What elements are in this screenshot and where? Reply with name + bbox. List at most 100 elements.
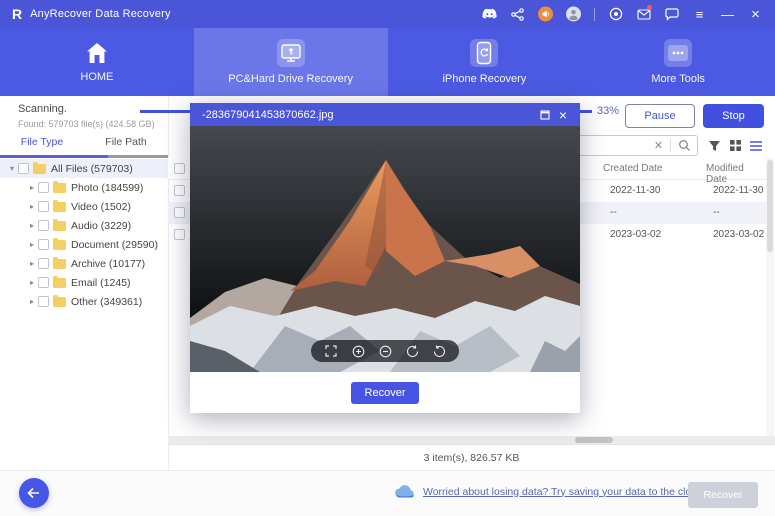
bottom-bar: Worried about losing data? Try saving yo… bbox=[0, 470, 775, 516]
checkbox[interactable] bbox=[38, 220, 49, 231]
checkbox[interactable] bbox=[38, 277, 49, 288]
row-checkbox[interactable] bbox=[174, 229, 185, 240]
tree-item-archive[interactable]: ▸ Archive (10177) bbox=[0, 254, 168, 273]
tree-item-video[interactable]: ▸ Video (1502) bbox=[0, 197, 168, 216]
tab-file-type[interactable]: File Type bbox=[0, 136, 84, 155]
mail-badge bbox=[647, 5, 652, 10]
chevron-right-icon[interactable]: ▸ bbox=[26, 183, 38, 192]
more-tools-icon bbox=[664, 39, 692, 67]
checkbox[interactable] bbox=[18, 163, 29, 174]
chevron-right-icon[interactable]: ▸ bbox=[26, 202, 38, 211]
sidebar-scrollbar[interactable] bbox=[108, 155, 168, 158]
chevron-right-icon[interactable]: ▸ bbox=[26, 240, 38, 249]
home-icon bbox=[84, 41, 110, 65]
preview-modal-header: -283679041453870662.jpg × bbox=[190, 103, 580, 126]
stop-button[interactable]: Stop bbox=[703, 104, 764, 128]
fullscreen-icon[interactable] bbox=[324, 344, 338, 358]
file-type-tree: ▾ All Files (579703) ▸ Photo (184599) ▸ … bbox=[0, 159, 168, 311]
tree-item-document[interactable]: ▸ Document (29590) bbox=[0, 235, 168, 254]
pc-recovery-icon bbox=[277, 39, 305, 67]
preview-recover-button[interactable]: Recover bbox=[351, 382, 419, 404]
tab-pc-hard-drive-recovery[interactable]: PC&Hard Drive Recovery bbox=[194, 28, 388, 96]
mountain-photo bbox=[190, 126, 580, 372]
folder-icon bbox=[53, 202, 66, 212]
record-icon[interactable] bbox=[608, 7, 623, 22]
sidebar-tabs: File Type File Path bbox=[0, 136, 168, 155]
pause-button[interactable]: Pause bbox=[625, 104, 695, 128]
tree-item-photo[interactable]: ▸ Photo (184599) bbox=[0, 178, 168, 197]
chevron-right-icon[interactable]: ▸ bbox=[26, 259, 38, 268]
folder-icon bbox=[53, 221, 66, 231]
tree-item-other[interactable]: ▸ Other (349361) bbox=[0, 292, 168, 311]
folder-icon bbox=[53, 297, 66, 307]
scan-percent: 33% bbox=[597, 105, 619, 117]
panel-divider bbox=[168, 96, 169, 470]
cell-modified: 2023-03-02 bbox=[713, 229, 764, 240]
titlebar-divider bbox=[594, 8, 595, 21]
minimize-button[interactable]: — bbox=[720, 7, 735, 22]
discord-icon[interactable] bbox=[482, 7, 497, 22]
checkbox[interactable] bbox=[38, 296, 49, 307]
preview-modal-footer: Recover bbox=[190, 372, 580, 413]
zoom-out-icon[interactable] bbox=[378, 344, 392, 358]
promo-icon[interactable] bbox=[538, 7, 553, 22]
app-logo-icon: R bbox=[12, 7, 22, 21]
close-button[interactable]: × bbox=[748, 7, 763, 22]
tab-home[interactable]: HOME bbox=[0, 28, 194, 96]
select-all-checkbox[interactable] bbox=[174, 163, 185, 174]
clear-icon[interactable]: ✕ bbox=[647, 139, 671, 152]
tab-more-tools[interactable]: More Tools bbox=[581, 28, 775, 96]
checkbox[interactable] bbox=[38, 201, 49, 212]
tab-iphone-recovery[interactable]: iPhone Recovery bbox=[388, 28, 582, 96]
chevron-down-icon[interactable]: ▾ bbox=[6, 164, 18, 173]
tab-home-label: HOME bbox=[80, 71, 113, 83]
close-preview-icon[interactable]: × bbox=[554, 107, 572, 122]
rotate-left-icon[interactable] bbox=[405, 344, 419, 358]
tree-label: Other (349361) bbox=[71, 296, 142, 308]
tree-label: Photo (184599) bbox=[71, 182, 143, 194]
nav-bar: HOME PC&Hard Drive Recovery iPhone Recov… bbox=[0, 28, 775, 96]
share-icon[interactable] bbox=[510, 7, 525, 22]
sidebar-tab-indicator bbox=[0, 155, 108, 158]
folder-icon bbox=[53, 259, 66, 269]
rotate-right-icon[interactable] bbox=[432, 344, 446, 358]
arrow-left-icon bbox=[27, 487, 41, 499]
checkbox[interactable] bbox=[38, 182, 49, 193]
search-icon[interactable] bbox=[671, 138, 697, 153]
folder-icon bbox=[53, 278, 66, 288]
back-button[interactable] bbox=[19, 478, 49, 508]
row-checkbox[interactable] bbox=[174, 207, 185, 218]
tree-item-all-files[interactable]: ▾ All Files (579703) bbox=[0, 159, 168, 178]
cell-created: -- bbox=[610, 207, 617, 218]
maximize-icon[interactable] bbox=[536, 107, 554, 122]
list-view-icon[interactable] bbox=[747, 137, 764, 154]
tree-item-email[interactable]: ▸ Email (1245) bbox=[0, 273, 168, 292]
chevron-right-icon[interactable]: ▸ bbox=[26, 278, 38, 287]
checkbox[interactable] bbox=[38, 239, 49, 250]
zoom-in-icon[interactable] bbox=[351, 344, 365, 358]
app-window: R AnyRecover Data Recovery bbox=[0, 0, 775, 516]
account-icon[interactable] bbox=[566, 7, 581, 22]
selection-status: 3 item(s), 826.57 KB bbox=[168, 444, 775, 470]
cell-modified: 2022-11-30 bbox=[713, 185, 763, 196]
vertical-scrollbar[interactable] bbox=[766, 158, 774, 436]
row-checkbox[interactable] bbox=[174, 185, 185, 196]
recover-button-disabled[interactable]: Recover bbox=[688, 482, 758, 508]
chevron-right-icon[interactable]: ▸ bbox=[26, 221, 38, 230]
chevron-right-icon[interactable]: ▸ bbox=[26, 297, 38, 306]
tab-file-path[interactable]: File Path bbox=[84, 136, 168, 155]
menu-icon[interactable]: ≡ bbox=[692, 7, 707, 22]
tree-item-audio[interactable]: ▸ Audio (3229) bbox=[0, 216, 168, 235]
chat-icon[interactable] bbox=[664, 7, 679, 22]
mail-icon[interactable] bbox=[636, 7, 651, 22]
recover-label: Recover bbox=[703, 489, 742, 501]
column-created-date[interactable]: Created Date bbox=[603, 163, 662, 174]
horizontal-scrollbar[interactable] bbox=[168, 436, 775, 444]
tree-label: Audio (3229) bbox=[71, 220, 131, 232]
folder-icon bbox=[33, 164, 46, 174]
preview-recover-label: Recover bbox=[365, 387, 406, 399]
cloud-backup-link[interactable]: Worried about losing data? Try saving yo… bbox=[423, 486, 703, 498]
filter-icon[interactable] bbox=[706, 137, 723, 154]
checkbox[interactable] bbox=[38, 258, 49, 269]
grid-view-icon[interactable] bbox=[727, 137, 744, 154]
